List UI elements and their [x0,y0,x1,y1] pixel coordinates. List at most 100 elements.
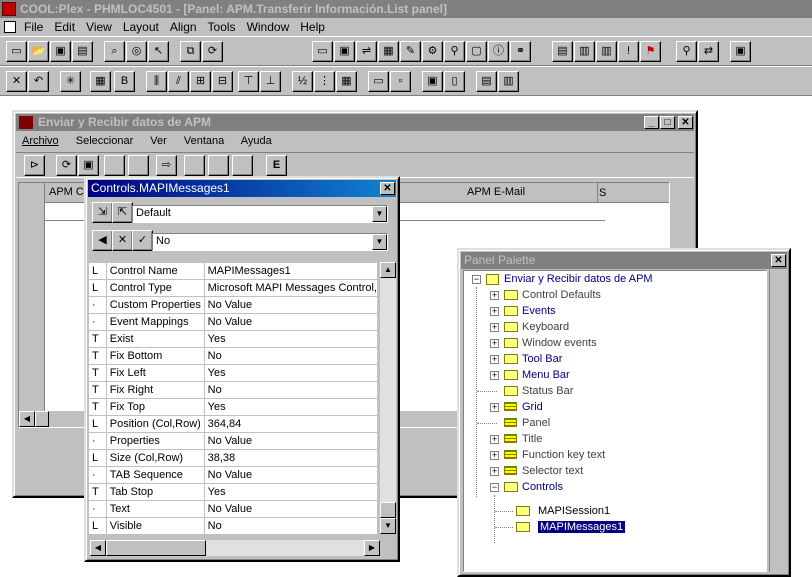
property-row[interactable]: T Fix Bottom No [88,347,379,365]
palette-close-button[interactable]: ✕ [771,254,786,267]
property-value[interactable]: No Value [203,466,379,484]
pointer-icon[interactable]: ↖ [148,41,169,62]
property-row[interactable]: · Text No Value [88,500,379,518]
tree-child-mapimessages1[interactable]: MAPIMessages1 [538,519,626,535]
tree-child-mapisession1[interactable]: MAPISession1 [538,503,610,519]
child-tool-icon-2[interactable]: ▣ [78,155,99,176]
props-hscroll-thumb[interactable] [106,540,206,556]
tool-icon-15[interactable]: ⇄ [698,41,719,62]
menu-tools[interactable]: Tools [208,18,236,36]
tree-expand-icon[interactable]: + [490,467,499,476]
tree-expand-icon[interactable]: + [490,291,499,300]
tree-item[interactable]: Selector text [522,463,583,479]
property-value[interactable]: MAPIMessages1 [203,262,379,280]
tree-expand-icon[interactable]: + [490,451,499,460]
property-row[interactable]: T Fix Top Yes [88,398,379,416]
property-value[interactable]: Yes [203,330,379,348]
tree-expand-icon[interactable]: + [490,371,499,380]
tree-item[interactable]: Title [522,431,542,447]
child-tool-icon-1[interactable]: ⊳ [24,155,45,176]
tool-icon-23[interactable]: ▭ [368,71,389,92]
child-minimize-button[interactable]: _ [644,116,659,129]
tree-expand-icon[interactable]: + [490,323,499,332]
tool-icon-11[interactable]: ▥ [574,41,595,62]
tool-icon-27[interactable]: ▤ [476,71,497,92]
property-value[interactable]: No Value [203,313,379,331]
tool-icon-28[interactable]: ▥ [498,71,519,92]
property-value[interactable]: No Value [203,432,379,450]
property-value[interactable]: Yes [203,364,379,382]
tree-item[interactable]: Keyboard [522,319,569,335]
tool-icon-17[interactable]: ✳ [60,71,81,92]
tool-icon-20[interactable]: ½ [292,71,313,92]
child-tool-e-button[interactable]: E [266,155,287,176]
child-maximize-button[interactable]: □ [660,116,675,129]
grid-header-s[interactable]: S [597,183,606,203]
properties-close-button[interactable]: ✕ [380,182,395,195]
align-icon-1[interactable]: ⫼ [146,71,167,92]
props-scroll-thumb[interactable] [380,502,396,518]
grid-scroll-left[interactable]: ◀ [19,411,35,427]
tool-icon-10[interactable]: ▤ [552,41,573,62]
props-default-combo[interactable]: Default ▼ [132,205,388,223]
props-hscrollbar[interactable]: ◀ ▶ [90,540,380,556]
tree-item[interactable]: Window events [522,335,597,351]
tree-collapse-icon[interactable]: − [472,275,481,284]
align-icon-3[interactable]: ⊞ [190,71,211,92]
props-cancel-icon[interactable]: ✕ [112,230,133,251]
system-menu-icon[interactable] [4,21,16,33]
property-row[interactable]: L Size (Col,Row) 38,38 [88,449,379,467]
props-scroll-down[interactable]: ▼ [380,518,396,534]
props-prev-icon[interactable]: ◀ [92,230,113,251]
tree-expand-icon[interactable]: + [490,355,499,364]
tree-item[interactable]: Menu Bar [522,367,570,383]
menu-help[interactable]: Help [300,18,325,36]
tool-icon-26[interactable]: ▯ [444,71,465,92]
tool-icon-21[interactable]: ⋮ [314,71,335,92]
property-row[interactable]: T Fix Right No [88,381,379,399]
open-folder-icon[interactable]: 📂 [28,41,49,62]
tool-icon-2[interactable]: ▣ [334,41,355,62]
tool-icon-16[interactable]: ▣ [730,41,751,62]
props-value-combo[interactable]: No ▼ [152,233,388,251]
undo-icon[interactable]: ↶ [28,71,49,92]
refresh-icon[interactable]: ⟳ [202,41,223,62]
child-close-button[interactable]: ✕ [678,116,693,129]
property-value[interactable]: No [203,347,379,365]
child-tool-blank-1[interactable] [104,155,125,176]
tree-expand-icon[interactable]: + [490,307,499,316]
tool-icon-13[interactable]: ! [618,41,639,62]
property-row[interactable]: · Properties No Value [88,432,379,450]
tool-icon-19[interactable]: B [114,71,135,92]
tree-item[interactable]: Grid [522,399,543,415]
align-icon-5[interactable]: ⊤ [238,71,259,92]
chevron-down-icon[interactable]: ▼ [372,206,387,222]
properties-icon[interactable]: ◎ [126,41,147,62]
property-value[interactable]: No [203,381,379,399]
find-icon[interactable]: ⌕ [104,41,125,62]
child-menu-ayuda[interactable]: Ayuda [241,135,272,147]
menu-view[interactable]: View [86,18,112,36]
flag-icon[interactable]: ⚑ [640,41,661,62]
tool-icon-5[interactable]: ✎ [400,41,421,62]
child-tool-icon-3[interactable]: ⇨ [156,155,177,176]
tree-expand-icon[interactable]: + [490,435,499,444]
props-scroll-left[interactable]: ◀ [90,540,106,556]
tool-icon-25[interactable]: ▣ [422,71,443,92]
menu-file[interactable]: File [24,18,43,36]
tool-icon-24[interactable]: ▫ [390,71,411,92]
child-tool-blank-3[interactable] [184,155,205,176]
child-refresh-icon[interactable]: ⟳ [56,155,77,176]
grid-header-apm-c[interactable]: APM C [49,186,84,198]
property-value[interactable]: Yes [203,398,379,416]
property-value[interactable]: No Value [203,500,379,518]
tool-icon-8[interactable]: ▢ [466,41,487,62]
props-tool-icon-2[interactable]: ⇱ [112,202,133,223]
menu-window[interactable]: Window [247,18,290,36]
child-menu-seleccionar[interactable]: Seleccionar [76,135,133,147]
property-value[interactable]: 364,84 [203,415,379,433]
property-row[interactable]: T Tab Stop Yes [88,483,379,501]
child-tool-blank-4[interactable] [208,155,229,176]
menu-align[interactable]: Align [170,18,197,36]
property-value[interactable]: Yes [203,483,379,501]
